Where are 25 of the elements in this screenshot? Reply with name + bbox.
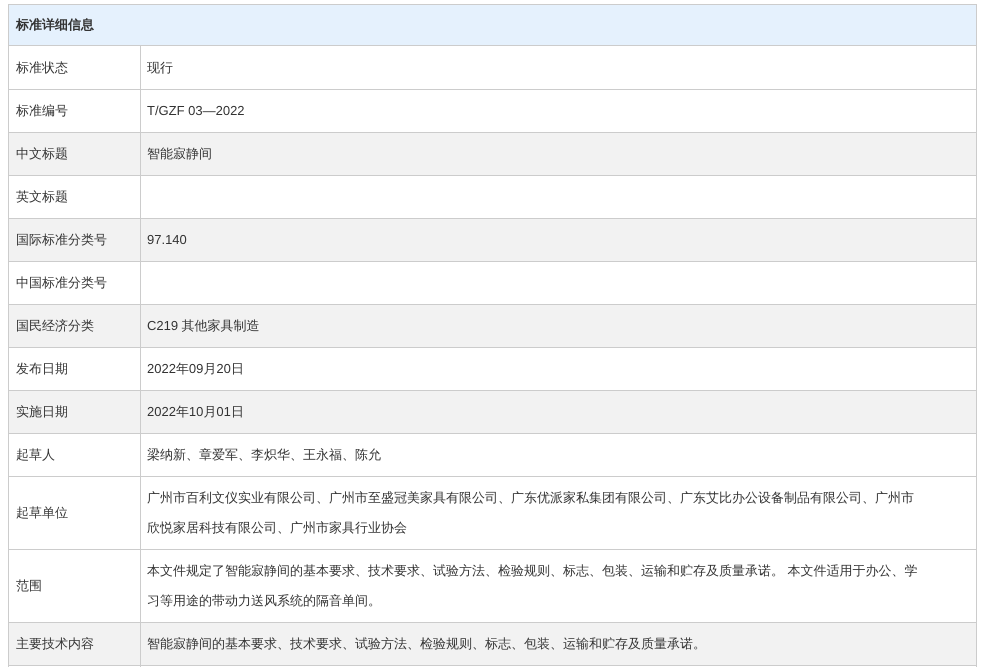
field-value: 智能寂静间 — [147, 145, 212, 163]
field-label: 国际标准分类号 — [16, 231, 107, 250]
field-label: 起草单位 — [16, 504, 68, 522]
field-value: 现行 — [147, 58, 173, 76]
field-label: 国民经济分类 — [16, 317, 94, 336]
field-value: 智能寂静间的基本要求、技术要求、试验方法、检验规则、标志、包装、运输和贮存及质量承诺。 — [147, 635, 706, 653]
field-label: 主要技术内容 — [16, 635, 94, 654]
field-label: 标准状态 — [16, 58, 68, 77]
field-label: 实施日期 — [16, 403, 68, 422]
field-value: 97.140 — [147, 231, 187, 249]
field-label: 起草人 — [16, 446, 55, 464]
field-label: 标准编号 — [16, 102, 68, 120]
field-value: 2022年10月01日 — [147, 403, 244, 421]
field-value: T/GZF 03—2022 — [147, 102, 245, 120]
field-value: 梁纳新、章爱军、李炽华、王永福、陈允 — [147, 446, 381, 464]
field-value: C219 其他家具制造 — [147, 317, 260, 335]
field-value: 2022年09月20日 — [147, 360, 244, 378]
field-label: 英文标题 — [16, 188, 68, 206]
field-label: 范围 — [16, 577, 42, 596]
field-value: 广州市百利文仪实业有限公司、广州市至盛冠美家具有限公司、广东优派家私集团有限公司、广东艾比办公设备制品有限公司、广州市欣悦家居科技有限公司、广州市家具行业协会 — [147, 489, 915, 537]
table-header: 标准详细信息 — [9, 5, 976, 46]
field-label: 发布日期 — [16, 360, 68, 378]
field-label: 中文标题 — [16, 145, 68, 164]
field-value: 本文件规定了智能寂静间的基本要求、技术要求、试验方法、检验规则、标志、包装、运输和贮存及质量承诺。 本文件适用于办公、学习等用途的带动力送风系统的隔音单间。 — [147, 562, 919, 610]
field-label: 中国标准分类号 — [16, 274, 107, 292]
